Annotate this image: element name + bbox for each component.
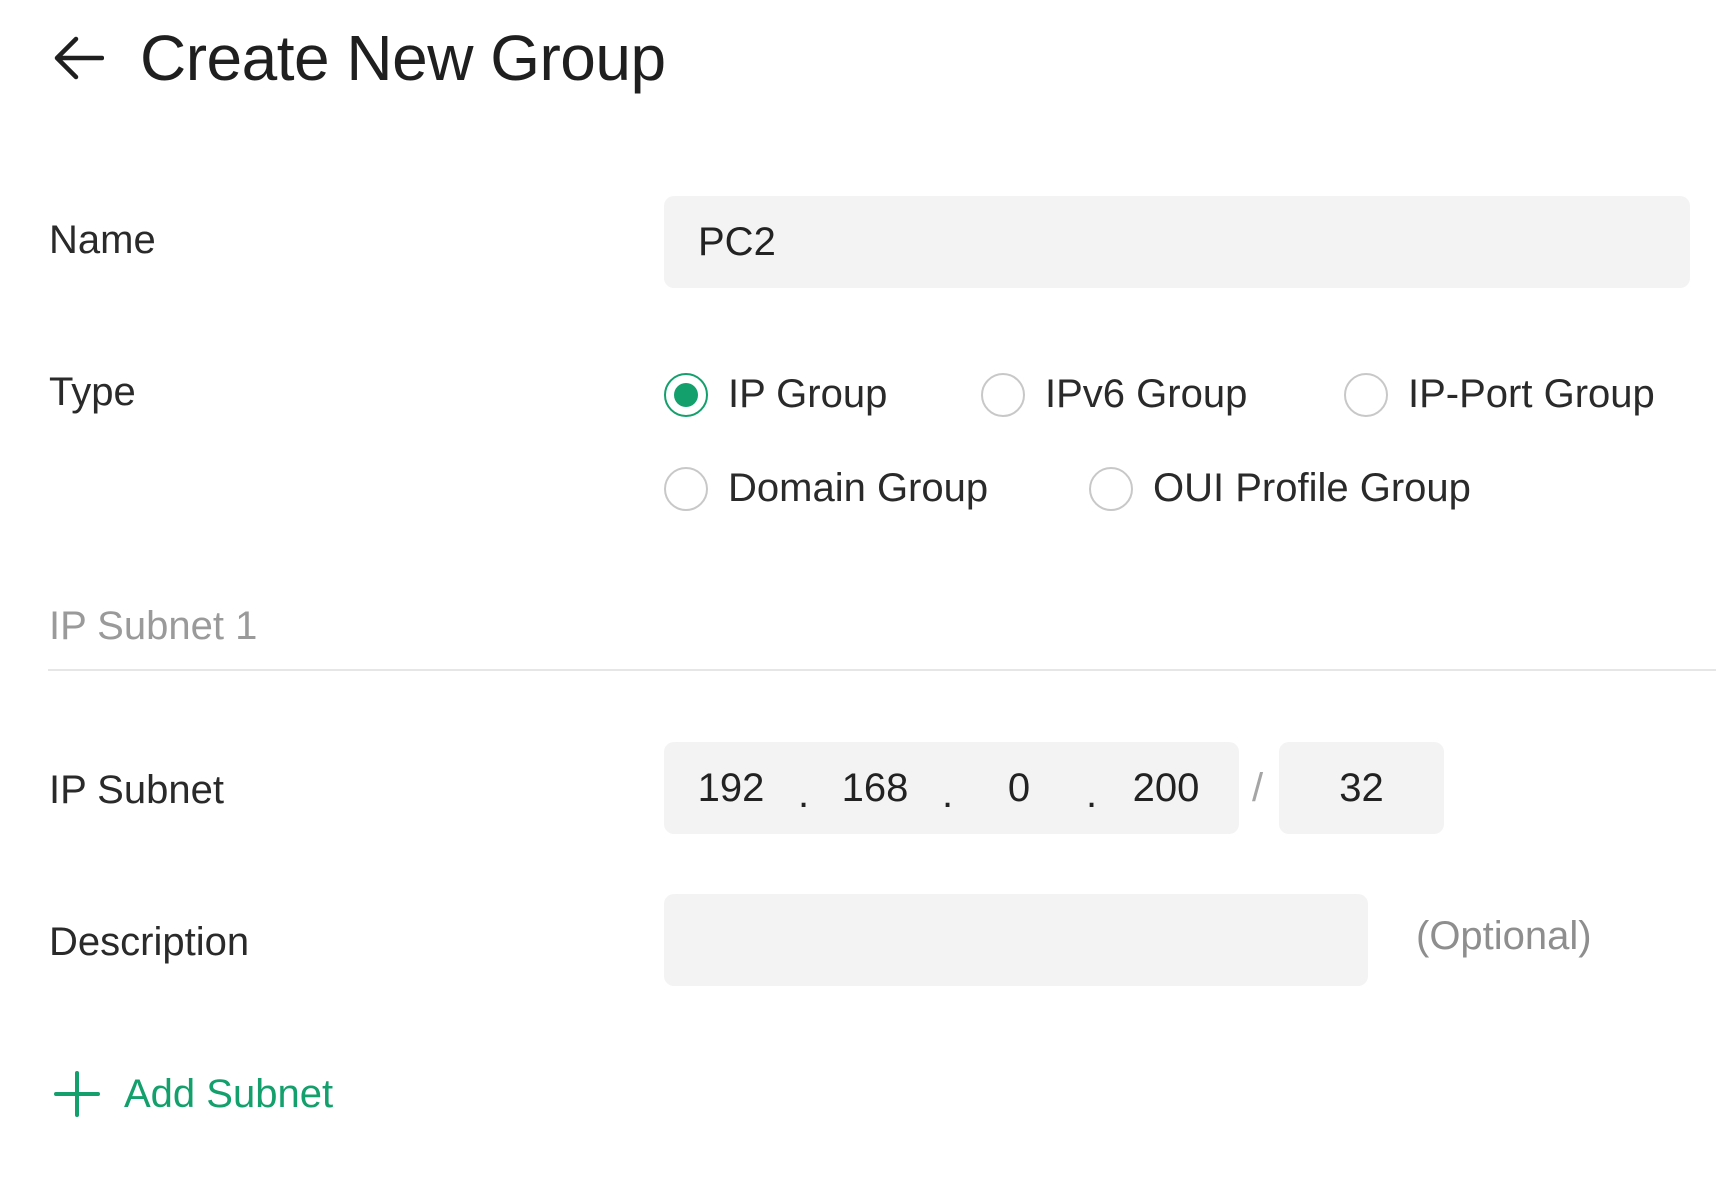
ip-separator: . [1086, 772, 1098, 816]
radio-unchecked-icon [1089, 466, 1133, 511]
ip-separator: . [942, 772, 954, 816]
radio-unchecked-icon [1344, 372, 1388, 417]
radio-label-ip-port-group: IP-Port Group [1408, 372, 1655, 416]
mask-separator: / [1252, 766, 1264, 810]
radio-label-ipv6-group: IPv6 Group [1045, 372, 1248, 416]
arrow-left-icon [54, 36, 104, 80]
plus-icon [54, 1071, 100, 1117]
subnet-mask-input[interactable]: 32 [1279, 742, 1444, 834]
section-title-ip-subnet-1: IP Subnet 1 [49, 604, 258, 648]
add-subnet-button[interactable]: Add Subnet [54, 1066, 333, 1122]
page-header: Create New Group [52, 18, 666, 98]
radio-unchecked-icon [664, 466, 708, 511]
name-input[interactable] [664, 196, 1690, 288]
add-subnet-label: Add Subnet [124, 1071, 334, 1116]
create-group-page: Create New Group Name Type IP Group IPv6… [0, 0, 1716, 1184]
ip-octet-4-input[interactable]: 200 [1111, 742, 1221, 834]
optional-hint: (Optional) [1416, 914, 1592, 958]
radio-ip-port-group[interactable]: IP-Port Group [1344, 372, 1655, 417]
ip-octet-2-input[interactable]: 168 [820, 742, 930, 834]
name-label: Name [49, 218, 156, 262]
ip-separator: . [798, 772, 810, 816]
ip-octet-1-input[interactable]: 192 [676, 742, 786, 834]
ip-octet-3-input[interactable]: 0 [964, 742, 1074, 834]
ip-address-input: 192 . 168 . 0 . 200 [664, 742, 1239, 834]
description-input[interactable] [664, 894, 1368, 986]
radio-label-oui-profile-group: OUI Profile Group [1153, 466, 1471, 510]
radio-domain-group[interactable]: Domain Group [664, 466, 988, 511]
radio-checked-icon [664, 372, 708, 417]
radio-ip-group[interactable]: IP Group [664, 372, 887, 417]
radio-ipv6-group[interactable]: IPv6 Group [981, 372, 1247, 417]
description-label: Description [49, 920, 250, 964]
type-label: Type [49, 370, 136, 414]
radio-oui-profile-group[interactable]: OUI Profile Group [1089, 466, 1471, 511]
page-title: Create New Group [140, 22, 666, 94]
radio-label-domain-group: Domain Group [728, 466, 989, 510]
radio-label-ip-group: IP Group [728, 372, 888, 416]
section-divider [48, 669, 1716, 671]
ip-subnet-label: IP Subnet [49, 768, 224, 812]
radio-unchecked-icon [981, 372, 1025, 417]
back-button[interactable] [52, 28, 112, 88]
